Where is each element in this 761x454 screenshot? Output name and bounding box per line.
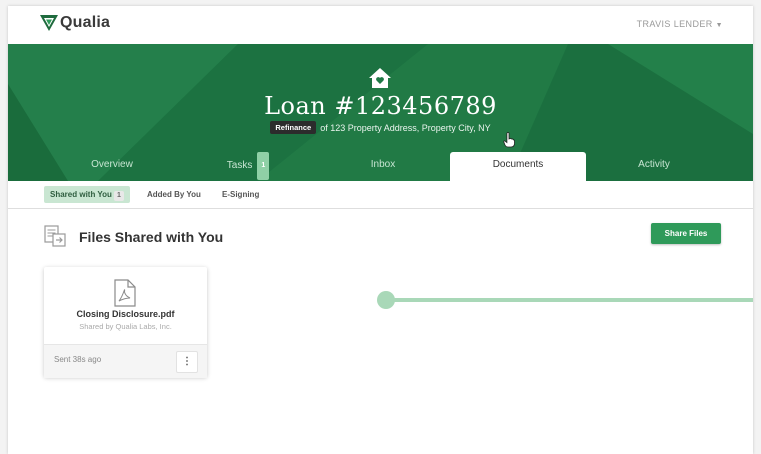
main-tabs: Overview Tasks 1 Inbox Documents Activity	[8, 152, 753, 181]
loan-header: Loan #123456789 Refinance of 123 Property…	[8, 44, 753, 181]
subtab-added-by-you[interactable]: Added By You	[147, 186, 201, 203]
files-icon	[44, 225, 66, 247]
section-title: Files Shared with You	[79, 229, 224, 245]
loan-subtitle: Refinance of 123 Property Address, Proper…	[8, 121, 753, 134]
qualia-logo-icon	[40, 15, 58, 31]
app-window: Qualia TRAVIS LENDER ▼ Loan #123456789 Re…	[8, 6, 753, 454]
chevron-down-icon: ▼	[715, 22, 723, 29]
logo[interactable]: Qualia	[40, 14, 110, 32]
house-icon	[369, 68, 391, 88]
tab-documents[interactable]: Documents	[450, 152, 586, 181]
file-card[interactable]: Closing Disclosure.pdf Shared by Qualia …	[44, 267, 207, 378]
tab-label: Inbox	[370, 159, 396, 170]
subtab-label: Shared with You	[50, 190, 112, 199]
connector-line	[377, 291, 753, 309]
subtab-shared-with-you[interactable]: Shared with You 1	[44, 186, 130, 203]
shared-count-badge: 1	[113, 191, 124, 201]
tab-overview[interactable]: Overview	[44, 152, 180, 181]
loan-title: Loan #123456789	[264, 92, 497, 120]
property-address: of 123 Property Address, Property City, …	[320, 123, 491, 133]
logo-text: Qualia	[60, 14, 111, 31]
tab-label: Activity	[638, 159, 670, 170]
file-name: Closing Disclosure.pdf	[76, 309, 175, 319]
sent-time: Sent 38s ago	[54, 355, 102, 364]
tab-label: Tasks	[226, 160, 253, 171]
tab-label: Overview	[91, 159, 133, 170]
subtab-label: E-Signing	[222, 190, 260, 199]
user-menu[interactable]: TRAVIS LENDER ▼	[637, 19, 723, 29]
shared-by: Shared by Qualia Labs, Inc.	[79, 322, 172, 331]
sub-tabs: Shared with You 1 Added By You E-Signing	[8, 181, 753, 209]
user-name: TRAVIS LENDER	[636, 19, 713, 29]
pdf-file-icon	[114, 279, 136, 307]
tab-activity[interactable]: Activity	[586, 152, 722, 181]
file-card-body[interactable]: Closing Disclosure.pdf Shared by Qualia …	[44, 267, 207, 344]
tasks-count-badge: 1	[257, 152, 270, 180]
tab-label: Documents	[492, 159, 544, 170]
tab-tasks[interactable]: Tasks 1	[180, 152, 316, 181]
hand-cursor-icon	[503, 132, 515, 148]
subtab-e-signing[interactable]: E-Signing	[222, 186, 259, 203]
share-files-button[interactable]: Share Files	[651, 223, 721, 244]
file-card-footer: Sent 38s ago ⋮	[44, 344, 207, 378]
top-bar: Qualia TRAVIS LENDER ▼	[8, 6, 753, 44]
subtab-label: Added By You	[147, 190, 201, 199]
kebab-menu-icon[interactable]: ⋮	[176, 351, 198, 373]
tab-inbox[interactable]: Inbox	[316, 152, 450, 181]
loan-type-badge: Refinance	[270, 121, 317, 134]
